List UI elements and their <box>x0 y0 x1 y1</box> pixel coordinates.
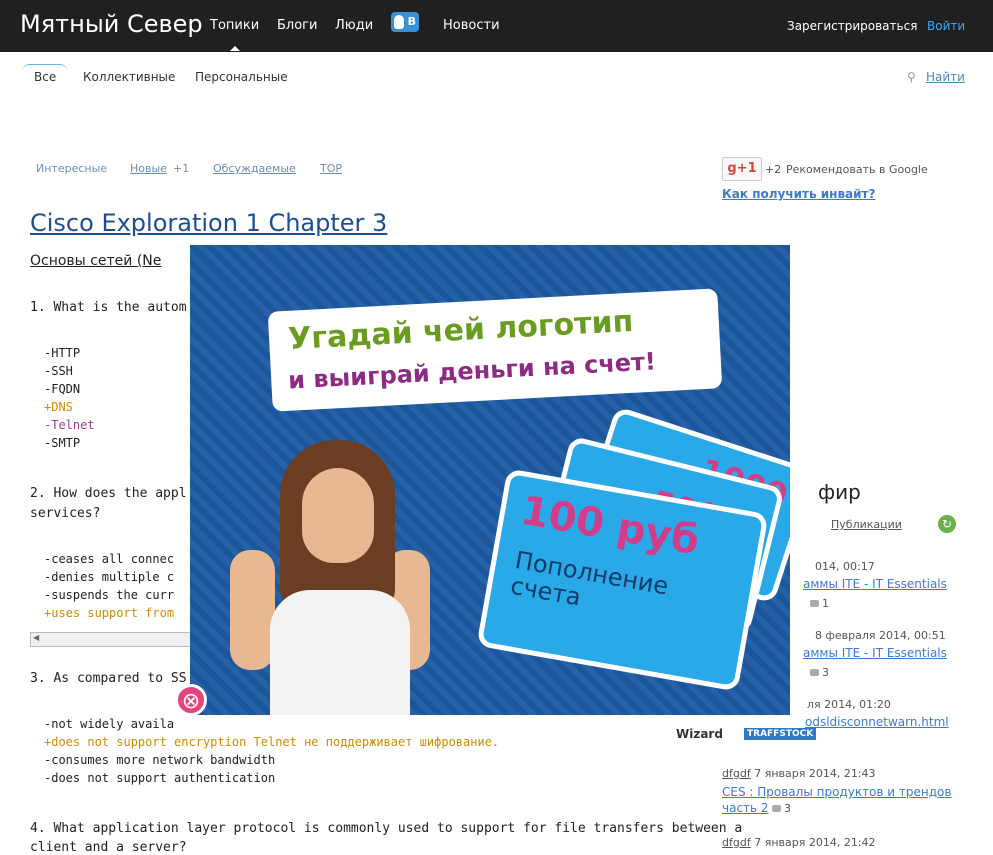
filter-new[interactable]: Новые <box>130 162 167 175</box>
sidebar-entry-comments: 1 <box>810 597 829 610</box>
question-2: 2. How does the appl <box>30 486 187 501</box>
sidebar-entry-link[interactable]: odsldisconnetwarn.html <box>805 715 949 729</box>
q3-option: -consumes more network bandwidth <box>44 753 276 767</box>
q2-option: -ceases all connec <box>44 552 175 566</box>
close-icon[interactable]: ⊗ <box>175 684 207 716</box>
nav-topics[interactable]: Топики <box>210 18 259 51</box>
sidebar-entry-meta: dfgdf 7 января 2014, 21:42 <box>722 836 876 849</box>
search-link[interactable]: Найти <box>926 70 965 84</box>
question-4: 4. What application layer protocol is co… <box>30 821 743 836</box>
google-plus-button[interactable]: g+1 <box>722 157 762 181</box>
sidebar-entry-meta: 014, 00:17 <box>815 560 875 573</box>
nav-blogs[interactable]: Блоги <box>277 18 317 33</box>
site-logo[interactable]: Мятный Север <box>20 10 203 38</box>
sidebar-tab-publications[interactable]: Публикации <box>831 518 902 531</box>
article-title[interactable]: Cisco Exploration 1 Chapter 3 <box>30 209 387 237</box>
sidebar-entry-link[interactable]: CES : Провалы продуктов и трендов часть … <box>722 784 962 816</box>
q2-option: -suspends the curr <box>44 588 175 602</box>
google-recommend-label: Рекомендовать в Google <box>786 163 928 176</box>
q3-option: -does not support authentication <box>44 771 276 785</box>
comment-icon <box>772 805 781 812</box>
top-navigation-bar: Мятный Север Топики Блоги Люди B Новости… <box>0 0 993 52</box>
search-icon[interactable]: ⚲ <box>907 70 916 84</box>
google-plus-count: +2 <box>765 163 782 176</box>
filter-interesting[interactable]: Интересные <box>36 162 107 175</box>
sidebar-entry-meta: ля 2014, 01:20 <box>807 698 891 711</box>
q1-option: -SMTP <box>44 436 81 450</box>
q3-option-correct: +does not support encryption Telnet не п… <box>44 735 500 749</box>
advertisement-popup[interactable]: Угадай чей логотип и выиграй деньги на с… <box>190 245 790 715</box>
q2-option-correct: +uses support from <box>44 606 175 620</box>
q1-option: -FQDN <box>44 382 81 396</box>
code-horizontal-scrollbar[interactable] <box>30 632 192 647</box>
article-subtitle: Основы сетей (Ne <box>30 253 162 269</box>
q3-option: -not widely availa <box>44 717 175 731</box>
q2-option: -denies multiple c <box>44 570 175 584</box>
sidebar-entry-user[interactable]: dfgdf <box>722 767 751 780</box>
ad-brand-traffstock[interactable]: TRAFFSTOCK <box>744 728 817 740</box>
ad-brand-wizard[interactable]: Wizard <box>676 727 723 741</box>
sidebar-entry-user[interactable]: dfgdf <box>722 836 751 849</box>
nav-news[interactable]: Новости <box>443 18 500 33</box>
question-2-cont: services? <box>30 506 101 521</box>
invite-link[interactable]: Как получить инвайт? <box>722 187 875 201</box>
ad-woman-photo <box>230 440 430 715</box>
filter-top[interactable]: TOP <box>320 162 342 175</box>
sidebar-entry-link[interactable]: аммы ITE - IT Essentials <box>803 646 947 660</box>
sidebar-entry-comments: 3 <box>772 802 791 815</box>
sidebar-entry-meta: 8 февраля 2014, 00:51 <box>815 629 946 642</box>
tab-personal[interactable]: Персональные <box>195 70 288 84</box>
question-3: 3. As compared to SS <box>30 671 187 686</box>
tab-all[interactable]: Все <box>22 64 69 87</box>
sidebar-entry-meta: dfgdf 7 января 2014, 21:43 <box>722 767 876 780</box>
login-link[interactable]: Войти <box>927 19 965 33</box>
sidebar-entry-link[interactable]: аммы ITE - IT Essentials <box>803 577 947 591</box>
filter-new-count: +1 <box>173 162 190 175</box>
q1-option: -SSH <box>44 364 73 378</box>
register-link[interactable]: Зарегистрироваться <box>787 19 917 33</box>
q1-option-correct: +DNS <box>44 400 73 414</box>
comment-icon <box>810 600 819 607</box>
comment-icon <box>810 669 819 676</box>
nav-people[interactable]: Люди <box>335 18 373 33</box>
sidebar-entry-comments: 3 <box>810 666 829 679</box>
sidebar-heading: фир <box>818 480 861 504</box>
tab-collective[interactable]: Коллективные <box>83 70 175 84</box>
q1-option: -Telnet <box>44 418 95 432</box>
question-1: 1. What is the autom <box>30 300 187 315</box>
refresh-icon[interactable]: ↻ <box>938 515 956 533</box>
filter-discussed[interactable]: Обсуждаемые <box>213 162 296 175</box>
vk-icon[interactable]: B <box>391 12 419 32</box>
q1-option: -HTTP <box>44 346 81 360</box>
question-4-cont: client and a server? <box>30 840 187 855</box>
